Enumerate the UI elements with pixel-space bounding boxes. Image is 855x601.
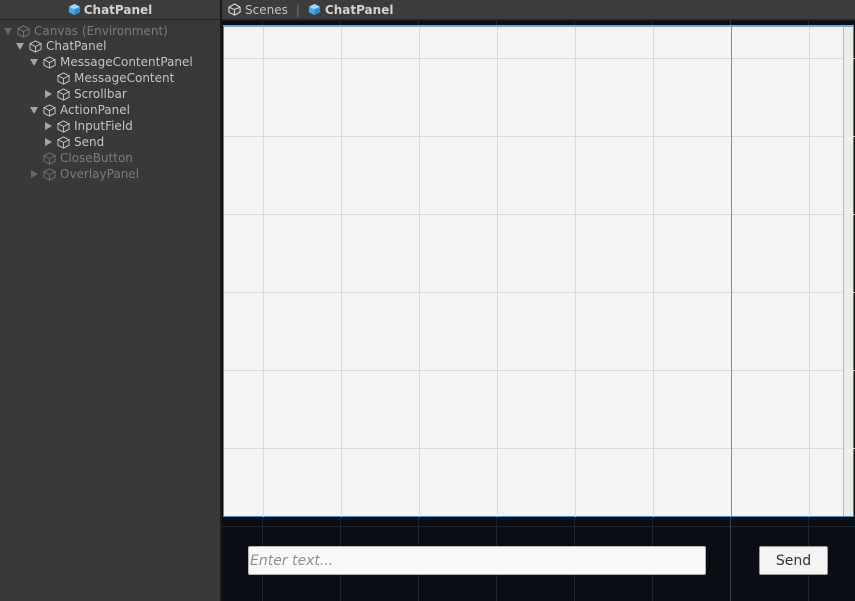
gameobject-cube-icon <box>57 87 70 101</box>
chevron-right-icon[interactable] <box>43 137 53 147</box>
tree-item-messagecontent[interactable]: MessageContent <box>43 70 174 86</box>
gameobject-cube-icon <box>43 167 56 181</box>
tree-item-label: MessageContent <box>74 71 175 85</box>
breadcrumb-separator: | <box>295 2 300 17</box>
tree-item-label: ActionPanel <box>60 103 130 117</box>
tree-item-canvas[interactable]: Canvas (Environment) <box>3 23 168 39</box>
tree-item-scrollbar[interactable]: Scrollbar <box>43 86 127 102</box>
tree-item-chatpanel[interactable]: ChatPanel <box>15 38 106 54</box>
chevron-right-icon[interactable] <box>43 121 53 131</box>
tree-item-label: MessageContentPanel <box>60 55 193 69</box>
message-input-field[interactable]: Enter text... <box>248 546 706 575</box>
message-content-panel[interactable] <box>223 25 855 517</box>
tree-item-label: Scrollbar <box>74 87 127 101</box>
tree-item-label: OverlayPanel <box>60 167 140 181</box>
scene-view[interactable]: Scenes | ChatPanel Enter text... Send <box>222 0 855 601</box>
tree-item-messagecontentpanel[interactable]: MessageContentPanel <box>29 54 193 70</box>
scrollbar[interactable] <box>843 27 853 516</box>
breadcrumb-scenes-link[interactable]: Scenes <box>245 3 288 17</box>
breadcrumb-prefab-link[interactable]: ChatPanel <box>325 3 394 17</box>
chevron-right-icon[interactable] <box>43 89 53 99</box>
unity-logo-icon <box>228 3 241 16</box>
gameobject-cube-icon <box>43 103 56 117</box>
hierarchy-title: ChatPanel <box>83 2 153 17</box>
gameobject-cube-icon <box>57 119 70 133</box>
breadcrumb: Scenes | ChatPanel <box>222 0 855 20</box>
chevron-right-icon[interactable] <box>29 169 39 179</box>
prefab-cube-icon <box>308 3 320 16</box>
tree-item-label: ChatPanel <box>46 39 107 53</box>
hierarchy-header[interactable]: ChatPanel <box>0 0 220 20</box>
gameobject-cube-icon <box>17 24 30 38</box>
send-button-label: Send <box>775 552 812 569</box>
send-button[interactable]: Send <box>759 546 828 575</box>
tree-item-label: CloseButton <box>60 151 133 165</box>
tree-item-overlaypanel[interactable]: OverlayPanel <box>29 166 139 182</box>
prefab-cube-icon <box>68 3 80 16</box>
chevron-down-icon[interactable] <box>15 41 25 51</box>
chevron-down-icon[interactable] <box>29 105 39 115</box>
input-placeholder: Enter text... <box>250 552 334 569</box>
tree-item-inputfield[interactable]: InputField <box>43 118 133 134</box>
gameobject-cube-icon <box>57 135 70 149</box>
panel-grid <box>224 27 855 517</box>
gameobject-cube-icon <box>29 39 42 53</box>
tree-item-label: Canvas (Environment) <box>34 24 168 38</box>
tree-item-closebutton[interactable]: CloseButton <box>29 150 133 166</box>
gameobject-cube-icon <box>43 151 56 165</box>
tree-item-actionpanel[interactable]: ActionPanel <box>29 102 130 118</box>
gameobject-cube-icon <box>43 55 56 69</box>
hierarchy-panel: ChatPanel Canvas (Environment) ChatPanel <box>0 0 220 601</box>
tree-item-label: Send <box>74 135 105 149</box>
tree-item-send[interactable]: Send <box>43 134 104 150</box>
tree-item-label: InputField <box>74 119 133 133</box>
scene-canvas[interactable]: Enter text... Send <box>222 21 855 601</box>
gameobject-cube-icon <box>57 71 70 85</box>
chevron-down-icon[interactable] <box>3 26 13 36</box>
chevron-down-icon[interactable] <box>29 57 39 67</box>
